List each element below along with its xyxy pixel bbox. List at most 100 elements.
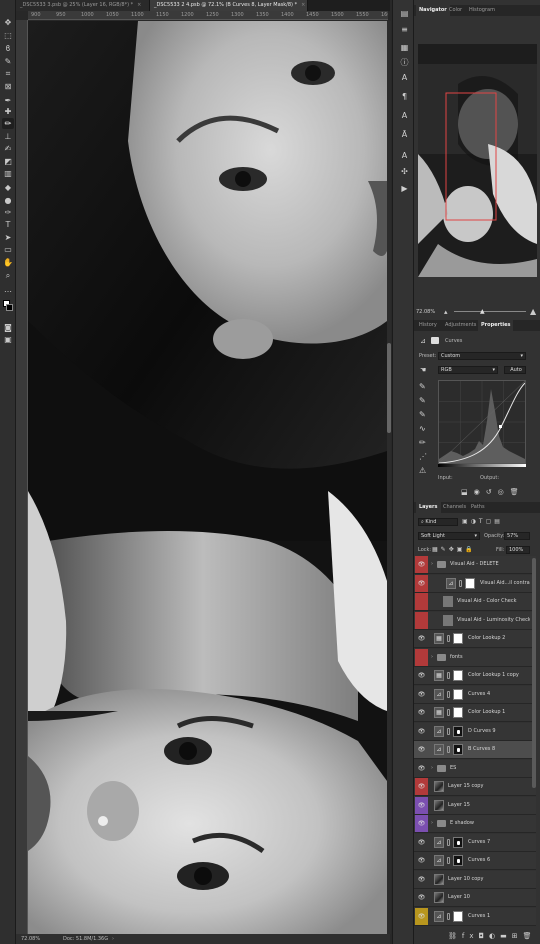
preset-select[interactable]: Custom ▾ <box>438 352 526 360</box>
zoom-slider-handle[interactable]: ▲ <box>480 307 485 317</box>
lock-position-icon[interactable]: ✥ <box>449 546 457 553</box>
color-swatches-icon[interactable] <box>2 300 14 313</box>
white-point-eyedropper-icon[interactable]: ✎ <box>419 408 431 422</box>
new-layer-icon[interactable]: ⊞ <box>512 932 523 940</box>
link-icon[interactable]: ⛓ <box>448 932 462 940</box>
layer-mask-thumbnail[interactable] <box>453 725 463 737</box>
link-icon[interactable] <box>447 746 450 753</box>
chevron-right-icon[interactable]: › <box>431 760 433 777</box>
visibility-icon[interactable]: ◎ <box>498 488 510 496</box>
eye-icon[interactable]: 👁 <box>415 723 428 740</box>
type-tool-icon[interactable]: T <box>2 219 14 230</box>
gradient-tool-icon[interactable]: ▥ <box>2 168 14 179</box>
auto-button[interactable]: Auto <box>504 366 526 374</box>
eye-off-icon[interactable] <box>415 648 428 666</box>
tab-properties[interactable]: Properties <box>478 320 514 331</box>
scrollbar-thumb[interactable] <box>387 343 391 433</box>
dodge-tool-icon[interactable]: ● <box>2 195 14 206</box>
close-icon[interactable]: × <box>301 2 305 8</box>
pencil-icon[interactable]: ✏ <box>419 436 431 450</box>
eraser-tool-icon[interactable]: ◩ <box>2 156 14 167</box>
brush-tool-icon[interactable]: ✏ <box>2 118 14 129</box>
layer-mask-thumbnail[interactable] <box>453 633 463 644</box>
gray-point-eyedropper-icon[interactable]: ✎ <box>419 394 431 408</box>
layer-row[interactable]: 👁 Layer 15 copy <box>414 778 536 796</box>
layer-row[interactable]: › fonts <box>414 648 536 667</box>
filter-type-icon[interactable]: T <box>479 518 486 525</box>
view-previous-icon[interactable]: ◉ <box>474 488 486 496</box>
eye-icon[interactable]: 👁 <box>415 686 428 703</box>
rectangle-tool-icon[interactable]: ▭ <box>2 244 14 255</box>
eye-icon[interactable]: 👁 <box>415 704 428 721</box>
histogram-warning-icon[interactable]: ⚠ <box>419 464 431 478</box>
on-image-adjust-icon[interactable]: ☚ <box>420 366 426 374</box>
marquee-tool-icon[interactable]: ⬚ <box>2 30 14 41</box>
eye-off-icon[interactable] <box>415 611 428 629</box>
layer-filter-select[interactable]: ⌕ Kind <box>418 518 458 526</box>
link-icon[interactable] <box>447 727 450 735</box>
layer-mask-thumbnail[interactable] <box>465 577 475 589</box>
move-tool-icon[interactable]: ✥ <box>2 17 14 28</box>
layer-mask-thumbnail[interactable] <box>453 670 463 681</box>
tab-navigator[interactable]: Navigator <box>416 5 450 16</box>
blur-tool-icon[interactable]: ◆ <box>2 182 14 193</box>
layers-scrollbar[interactable] <box>532 558 536 788</box>
zoom-out-icon[interactable]: ▴ <box>444 307 448 317</box>
eyedropper-tool-icon[interactable]: ✒ <box>2 95 14 106</box>
lasso-tool-icon[interactable]: ϐ <box>2 43 14 54</box>
layer-row[interactable]: Visual Aid - Color Check <box>414 593 536 611</box>
play-icon[interactable]: ▶ <box>398 183 411 195</box>
crop-tool-icon[interactable]: ⌗ <box>2 68 14 79</box>
curves-graph[interactable] <box>438 380 526 464</box>
opacity-field[interactable]: 57% <box>504 532 530 540</box>
pen-tool-icon[interactable]: ✑ <box>2 207 14 218</box>
status-arrow-icon[interactable]: › <box>112 934 114 944</box>
layer-row[interactable]: 👁 ⊿ Curves 4 <box>414 685 536 704</box>
character-icon[interactable]: A <box>398 72 411 84</box>
black-point-eyedropper-icon[interactable]: ✎ <box>419 380 431 394</box>
eye-icon[interactable]: 👁 <box>415 852 428 869</box>
healing-tool-icon[interactable]: ✚ <box>2 106 14 117</box>
eye-icon[interactable]: 👁 <box>415 760 428 777</box>
lock-transparent-icon[interactable]: ▦ <box>432 546 441 553</box>
clone-stamp-tool-icon[interactable]: ⊥ <box>2 131 14 142</box>
lock-all-icon[interactable]: 🔒 <box>465 546 475 553</box>
trash-icon[interactable]: 🗑 <box>523 932 537 940</box>
doc-tab-1[interactable]: _DSC5533 3.psb @ 25% (Layer 16, RGB/8*) … <box>16 0 150 11</box>
curve-edit-icon[interactable]: ∿ <box>419 422 431 436</box>
character-styles-icon[interactable]: Ā <box>398 129 411 141</box>
link-icon[interactable] <box>447 709 450 716</box>
screen-mode-icon[interactable]: ▣ <box>2 334 14 345</box>
eye-icon[interactable]: 👁 <box>415 741 428 758</box>
blend-mode-select[interactable]: Soft Light ▾ <box>418 532 480 540</box>
eye-icon[interactable]: 👁 <box>415 815 428 832</box>
document-canvas[interactable] <box>28 21 387 934</box>
filter-pixel-icon[interactable]: ▣ <box>462 518 471 525</box>
layer-mask-thumbnail[interactable] <box>453 855 463 866</box>
smooth-icon[interactable]: ⋰ <box>419 450 431 464</box>
zoom-in-icon[interactable]: ▲ <box>530 307 536 317</box>
link-icon[interactable] <box>447 838 450 846</box>
layer-mask-thumbnail[interactable] <box>453 688 463 700</box>
link-icon[interactable] <box>447 672 450 679</box>
link-icon[interactable] <box>459 579 462 587</box>
layer-mask-thumbnail[interactable] <box>453 707 463 718</box>
eye-icon[interactable]: 👁 <box>415 778 428 795</box>
chevron-right-icon[interactable]: › <box>431 649 433 666</box>
adjust-icon[interactable]: ≡ <box>398 24 411 36</box>
navigator-zoom-value[interactable]: 72.08% <box>416 307 435 317</box>
layer-row[interactable]: 👁 ⊿ Visual Aid...il contrast <box>414 574 536 593</box>
reset-icon[interactable]: ↺ <box>486 488 498 496</box>
layer-row[interactable]: 👁 ▦ Color Lookup 1 copy <box>414 667 536 685</box>
eye-icon[interactable]: 👁 <box>415 871 428 888</box>
layer-row[interactable]: 👁 ⊿ Curves 7 <box>414 833 536 852</box>
history-brush-tool-icon[interactable]: ✍ <box>2 143 14 154</box>
chevron-right-icon[interactable]: › <box>431 815 433 832</box>
layer-mask-thumbnail[interactable] <box>453 836 463 848</box>
filter-adjust-icon[interactable]: ◑ <box>471 518 479 525</box>
layer-row[interactable]: Visual Aid - Luminosity Check <box>414 611 536 630</box>
zoom-level[interactable]: 72.08% <box>21 934 40 944</box>
tab-channels[interactable]: Channels <box>440 502 469 513</box>
channel-select[interactable]: RGB ▾ <box>438 366 498 374</box>
layer-row[interactable]: 👁 ⊿ D Curves 9 <box>414 722 536 741</box>
